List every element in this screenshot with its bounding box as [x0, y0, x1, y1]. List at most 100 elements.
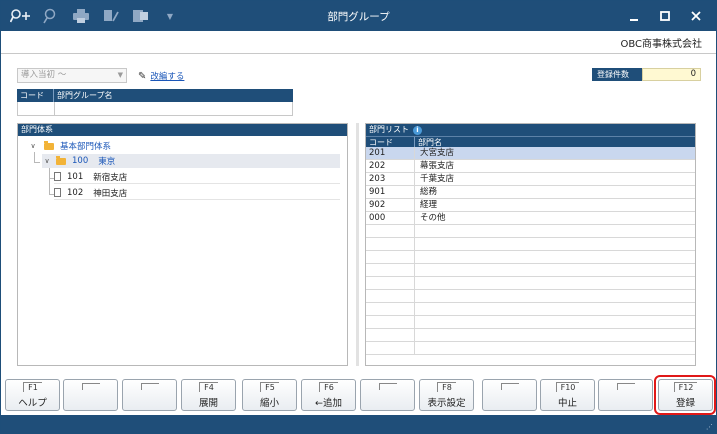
- empty-row[interactable]: [366, 225, 695, 238]
- group-col-code: コード: [17, 89, 54, 102]
- minimize-button[interactable]: [622, 6, 646, 26]
- empty-row[interactable]: [366, 342, 695, 355]
- empty-row[interactable]: [366, 316, 695, 329]
- tree-node-root[interactable]: ∨ 基本部門体系: [28, 139, 338, 153]
- fkey-f6-button[interactable]: F6 ←追加: [301, 379, 356, 411]
- fkey-label: 縮小: [259, 398, 279, 409]
- table-row[interactable]: 202 幕張支店: [366, 160, 695, 173]
- fkey-f5-button[interactable]: F5 縮小: [242, 379, 297, 411]
- table-row[interactable]: 203 千葉支店: [366, 173, 695, 186]
- tree-node-label: 東京: [98, 157, 116, 167]
- fkey-number-text: F5: [260, 382, 279, 392]
- cell-code: [366, 303, 415, 315]
- empty-row[interactable]: [366, 303, 695, 316]
- cell-name: [415, 225, 695, 237]
- group-cell-name[interactable]: [55, 102, 292, 115]
- fkey-f4-button[interactable]: F4 展開: [181, 379, 236, 411]
- group-table-row[interactable]: [17, 102, 293, 116]
- list-col-name: 部門名: [418, 138, 442, 147]
- count-value: 0: [642, 68, 701, 81]
- tree-node-100[interactable]: ∨ 100 東京: [42, 154, 340, 168]
- fkey-label: ヘルプ: [18, 398, 47, 409]
- register-highlight: [654, 375, 716, 415]
- cell-code: [366, 290, 415, 302]
- cell-name: 千葉支店: [420, 174, 455, 184]
- group-cell-code[interactable]: [18, 102, 55, 115]
- cell-name: [415, 238, 695, 250]
- chevron-down-icon[interactable]: ∨: [42, 157, 52, 165]
- cell-code: 902: [366, 199, 415, 211]
- fkey-number-text: F8: [437, 382, 456, 392]
- cell-code: 203: [366, 173, 415, 185]
- fkey-blank-mark: [81, 383, 100, 390]
- empty-row[interactable]: [366, 277, 695, 290]
- close-button[interactable]: [684, 6, 708, 26]
- fkey-blank-button[interactable]: [598, 379, 653, 411]
- fkey-label: ←追加: [315, 398, 342, 409]
- fkey-blank-mark: [500, 383, 519, 390]
- fkey-number-text: F6: [319, 382, 338, 392]
- maximize-button[interactable]: [653, 6, 677, 26]
- period-select[interactable]: 導入当初 ～ ▼: [17, 68, 127, 83]
- cell-name: [415, 290, 695, 302]
- list-panel-header: 部門リスト i: [366, 124, 695, 136]
- chevron-down-icon: ▼: [117, 71, 123, 79]
- empty-row[interactable]: [366, 264, 695, 277]
- edit-link-label: 改編する: [150, 72, 185, 82]
- fkey-number: F1: [6, 382, 59, 392]
- document-icon: [54, 188, 61, 197]
- fkey-number: F4: [182, 382, 235, 392]
- divider: [1, 53, 716, 54]
- document-icon: [54, 172, 61, 181]
- tree-line: [34, 152, 35, 162]
- fkey-number-text: F10: [555, 382, 580, 392]
- cell-code: [366, 251, 415, 263]
- cell-name: 経理: [420, 200, 438, 210]
- cell-code: 000: [366, 212, 415, 224]
- cell-name: その他: [420, 213, 446, 223]
- tree-line: [34, 162, 40, 163]
- title-bar: ▼ 部門グループ: [1, 1, 716, 31]
- tree-header: 部門体系: [18, 124, 347, 136]
- info-icon[interactable]: i: [413, 125, 422, 135]
- cell-code: [366, 329, 415, 341]
- cell-name: [415, 342, 695, 354]
- cell-code: 201: [366, 147, 415, 159]
- folder-icon: [44, 140, 54, 150]
- fkey-number: F10: [541, 382, 594, 392]
- fkey-f1-button[interactable]: F1 ヘルプ: [5, 379, 60, 411]
- resize-grip-icon[interactable]: ⋰: [706, 423, 713, 431]
- fkey-blank-button[interactable]: [63, 379, 118, 411]
- cell-name: [415, 264, 695, 276]
- fkey-blank-button[interactable]: [360, 379, 415, 411]
- chevron-down-icon[interactable]: ∨: [28, 142, 38, 150]
- tree-node-102[interactable]: 102 神田支店: [54, 186, 340, 200]
- table-row[interactable]: 000 その他: [366, 212, 695, 225]
- fkey-number-text: F1: [23, 382, 42, 392]
- cell-name: [415, 277, 695, 289]
- tree-line: [49, 167, 50, 195]
- tree-node-label: 新宿支店: [93, 172, 128, 183]
- company-name: OBC商事株式会社: [620, 39, 702, 50]
- empty-row[interactable]: [366, 238, 695, 251]
- splitter[interactable]: [356, 123, 359, 366]
- fkey-blank-button[interactable]: [482, 379, 537, 411]
- tree-node-101[interactable]: 101 新宿支店: [54, 170, 340, 184]
- fkey-blank-button[interactable]: [122, 379, 177, 411]
- empty-row[interactable]: [366, 290, 695, 303]
- fkey-f8-button[interactable]: F8 表示設定: [419, 379, 474, 411]
- cell-name: 幕張支店: [420, 161, 455, 171]
- cell-name: 大宮支店: [420, 148, 455, 158]
- empty-row[interactable]: [366, 251, 695, 264]
- table-row[interactable]: 902 経理: [366, 199, 695, 212]
- fkey-f10-button[interactable]: F10 中止: [540, 379, 595, 411]
- empty-row[interactable]: [366, 329, 695, 342]
- cell-name: [415, 316, 695, 328]
- fkey-number: F6: [302, 382, 355, 392]
- table-row[interactable]: 201 大宮支店: [366, 147, 695, 160]
- fkey-blank-mark: [616, 383, 635, 390]
- table-row[interactable]: 901 総務: [366, 186, 695, 199]
- edit-link[interactable]: ✎ 改編する: [138, 70, 185, 83]
- fkey-label: 中止: [557, 398, 577, 409]
- fkey-blank-mark: [140, 383, 159, 390]
